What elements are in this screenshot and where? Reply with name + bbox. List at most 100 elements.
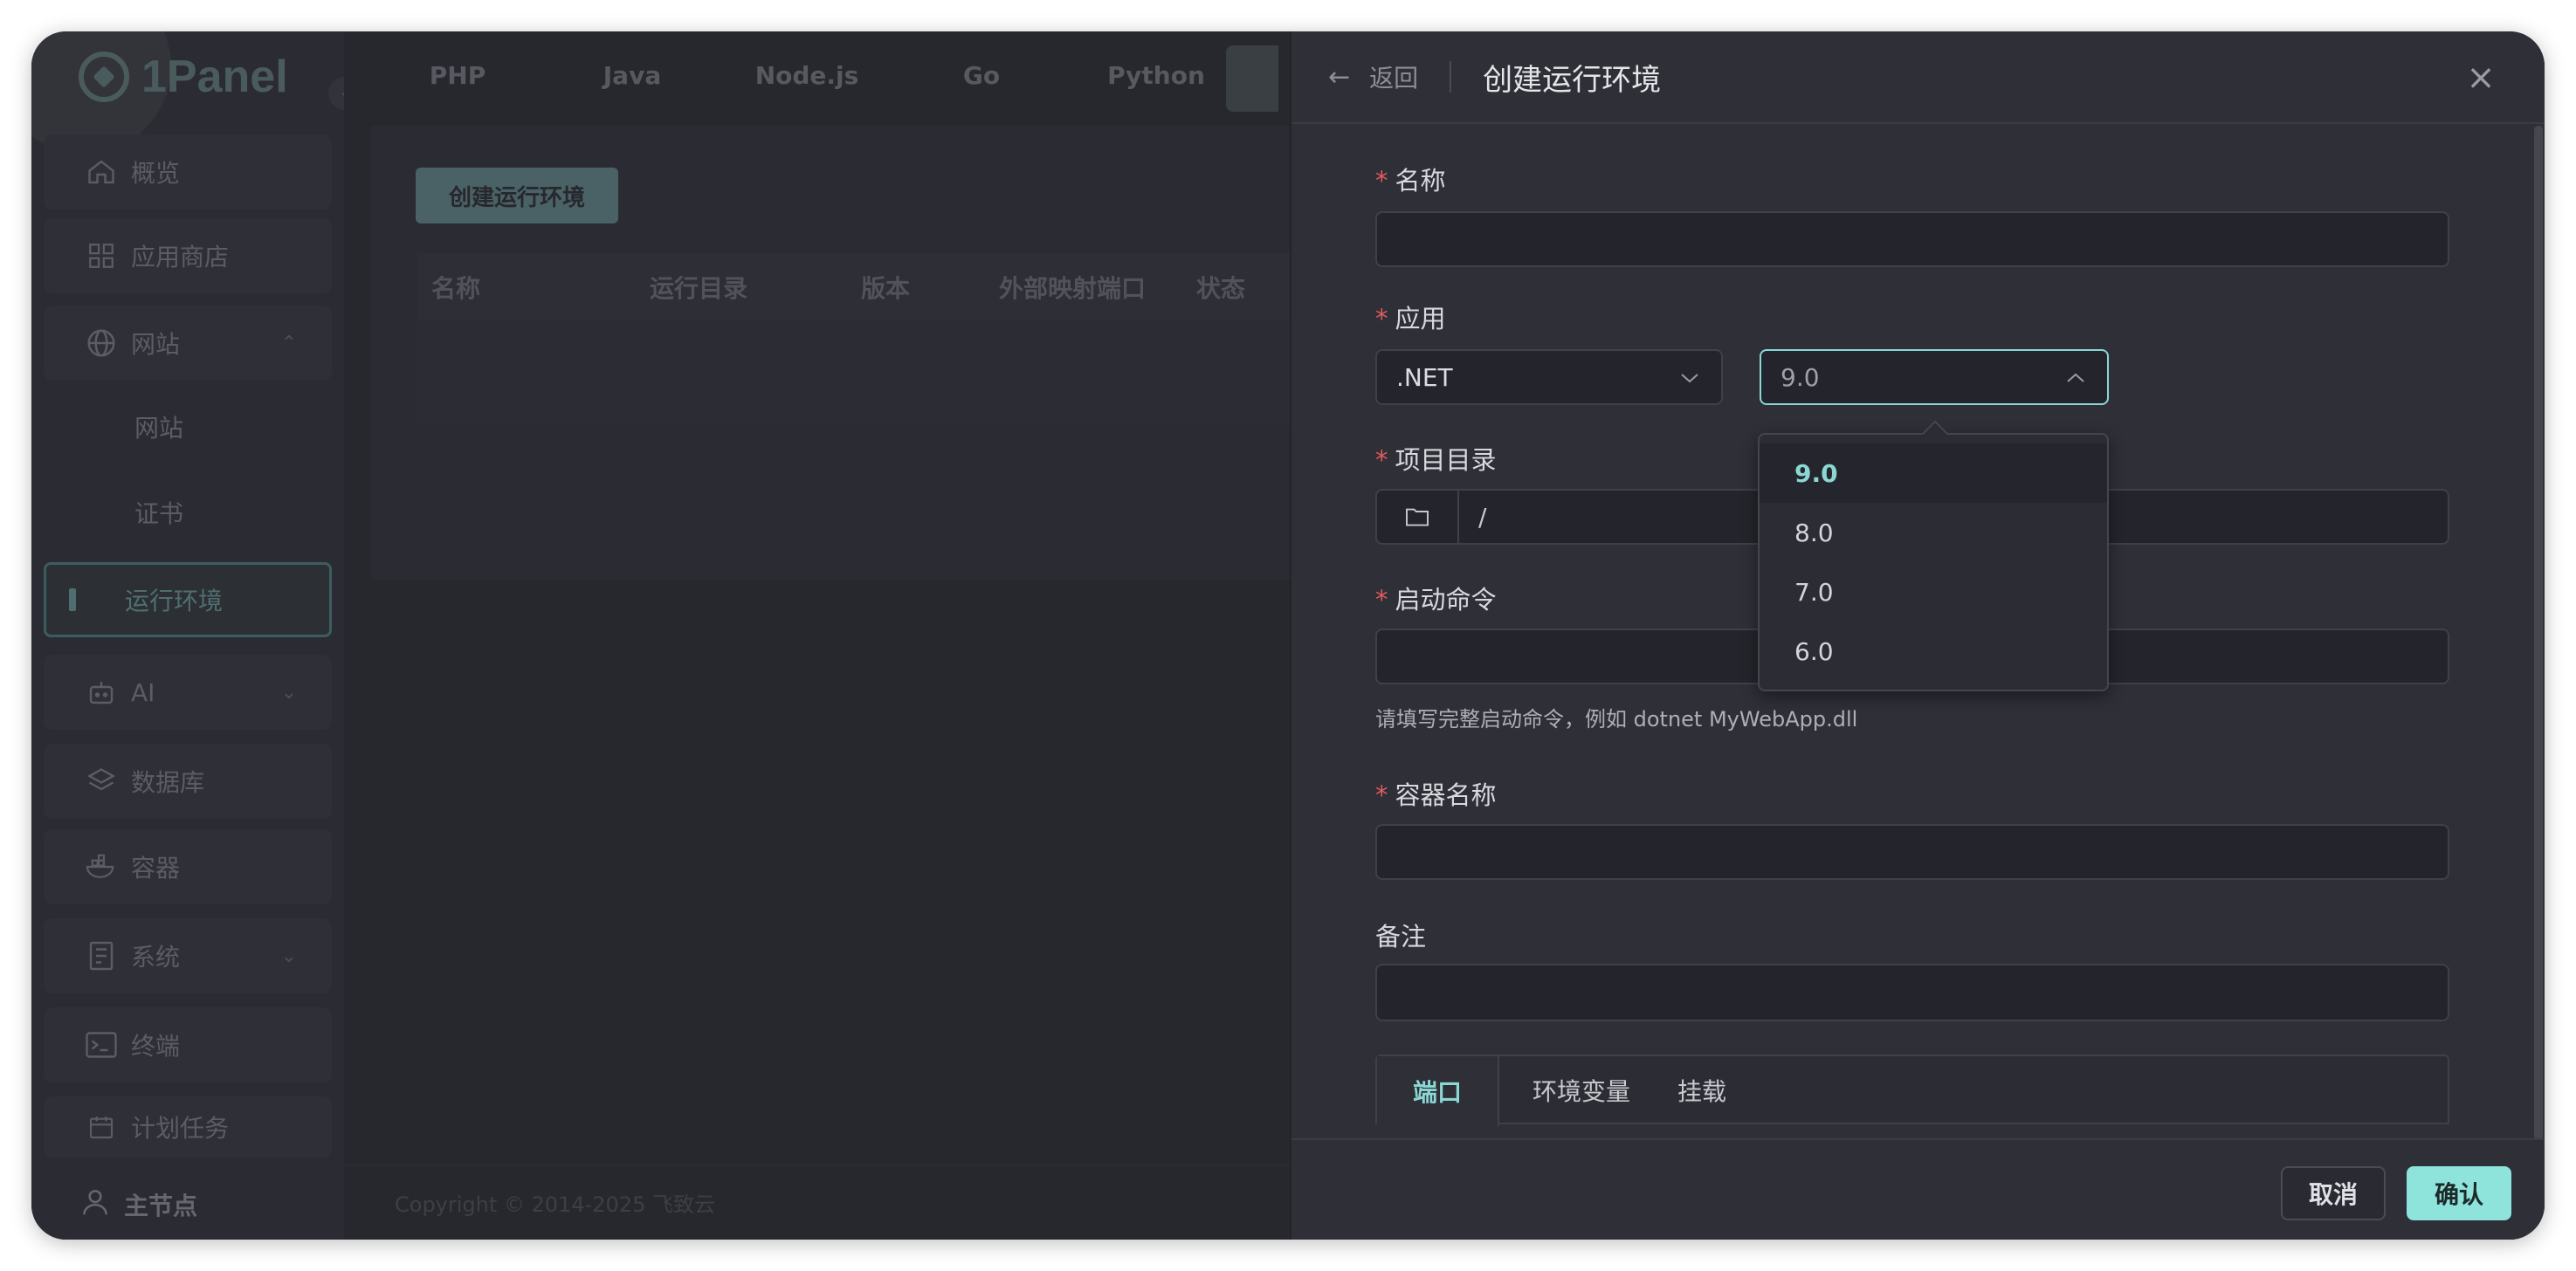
sidebar-item-website[interactable]: 网站 ⌃ xyxy=(44,306,332,381)
sidebar-item-database[interactable]: 数据库 xyxy=(44,744,332,819)
sidebar-item-label: 证书 xyxy=(134,499,184,528)
drawer-header: ← 返回 创建运行环境 × xyxy=(1291,31,2545,124)
back-button[interactable]: ← 返回 xyxy=(1328,59,1418,94)
sidebar-item-label: 数据库 xyxy=(131,768,205,797)
confirm-button[interactable]: 确认 xyxy=(2407,1166,2511,1220)
sidebar-item-overview[interactable]: 概览 xyxy=(44,134,332,210)
config-tabs: 端口 环境变量 挂载 xyxy=(1375,1055,2449,1126)
cmd-label: * 启动命令 xyxy=(1375,585,1497,615)
name-label: * 名称 xyxy=(1375,166,1446,196)
runtime-tabs: PHP Java Node.js Go Python xyxy=(370,42,1243,108)
drawer-scrollbar[interactable] xyxy=(2534,126,2543,1147)
sidebar-item-label: 概览 xyxy=(131,159,181,188)
chevron-down-icon: ⌄ xyxy=(280,681,297,704)
sidebar-item-container[interactable]: 容器 xyxy=(44,829,332,904)
sidebar-item-label: 容器 xyxy=(131,854,181,883)
node-label: 主节点 xyxy=(124,1192,198,1220)
required-mark: * xyxy=(1375,304,1388,333)
sidebar-item-label: 运行环境 xyxy=(125,587,224,615)
sidebar-subitem-runtime[interactable]: 运行环境 xyxy=(44,562,332,637)
logo-mark-icon xyxy=(79,52,129,102)
version-option[interactable]: 8.0 xyxy=(1760,503,2107,562)
create-runtime-button[interactable]: 创建运行环境 xyxy=(416,168,618,223)
dir-input-value: / xyxy=(1478,502,1487,532)
sidebar-item-label: 网站 xyxy=(131,330,181,359)
chevron-down-icon xyxy=(1679,365,1700,389)
app-select[interactable]: .NET xyxy=(1375,349,1723,405)
chevron-up-icon: ⌃ xyxy=(280,332,297,354)
container-name-label: * 容器名称 xyxy=(1375,780,1497,810)
user-icon xyxy=(79,1185,112,1225)
node-selector[interactable]: 主节点 xyxy=(31,1170,344,1240)
remark-label: 备注 xyxy=(1375,922,1427,952)
tab-env-vars[interactable]: 环境变量 xyxy=(1533,1056,1630,1124)
required-mark: * xyxy=(1375,166,1388,196)
sidebar-subitem-website[interactable]: 网站 xyxy=(44,389,332,464)
chevron-up-icon xyxy=(2065,365,2086,389)
sidebar: 1Panel 概览 应用商店 网站 ⌃ 网站 证书 运行环境 AI ⌄ 数据库 … xyxy=(31,31,344,1240)
close-icon[interactable]: × xyxy=(2464,60,2497,95)
globe-icon xyxy=(84,326,119,361)
dir-label: * 项目目录 xyxy=(1375,445,1497,475)
remark-textarea[interactable] xyxy=(1375,964,2449,1021)
name-input[interactable] xyxy=(1375,211,2449,267)
tab-python[interactable]: Python xyxy=(1069,42,1243,108)
robot-icon xyxy=(84,675,119,710)
layers-icon xyxy=(84,764,119,799)
app-window: 1Panel 概览 应用商店 网站 ⌃ 网站 证书 运行环境 AI ⌄ 数据库 … xyxy=(31,31,2545,1240)
sidebar-item-ai[interactable]: AI ⌄ xyxy=(44,655,332,730)
version-option[interactable]: 7.0 xyxy=(1760,562,2107,622)
version-option[interactable]: 9.0 xyxy=(1760,443,2107,503)
arrow-left-icon: ← xyxy=(1328,61,1351,93)
terminal-icon xyxy=(84,1027,119,1062)
required-mark: * xyxy=(1375,585,1388,615)
folder-picker-button[interactable] xyxy=(1377,491,1459,543)
tab-php[interactable]: PHP xyxy=(370,42,545,108)
cmd-hint: 请填写完整启动命令，例如 dotnet MyWebApp.dll xyxy=(1375,707,1858,732)
sidebar-item-cron[interactable]: 计划任务 xyxy=(44,1096,332,1158)
version-select[interactable]: 9.0 xyxy=(1760,349,2109,405)
column-header[interactable]: 运行目录 xyxy=(650,270,747,305)
column-header[interactable]: 外部映射端口 xyxy=(999,270,1146,305)
column-header[interactable]: 状态 xyxy=(1196,270,1245,305)
sidebar-item-app-store[interactable]: 应用商店 xyxy=(44,218,332,293)
container-icon xyxy=(84,849,119,884)
sidebar-subitem-certificate[interactable]: 证书 xyxy=(44,475,332,550)
active-indicator xyxy=(69,588,76,611)
column-header[interactable]: 版本 xyxy=(861,270,910,305)
server-icon xyxy=(84,938,119,973)
app-select-value: .NET xyxy=(1396,362,1453,392)
tab-java[interactable]: Java xyxy=(545,42,720,108)
drawer-title: 创建运行环境 xyxy=(1483,62,1662,98)
tab-go[interactable]: Go xyxy=(894,42,1069,108)
cancel-button[interactable]: 取消 xyxy=(2281,1166,2386,1220)
logo-text: 1Panel xyxy=(141,52,288,102)
sidebar-item-system[interactable]: 系统 ⌄ xyxy=(44,918,332,993)
container-name-input[interactable] xyxy=(1375,824,2449,880)
sidebar-item-label: 网站 xyxy=(134,414,184,443)
version-dropdown: 9.0 8.0 7.0 6.0 xyxy=(1758,433,2109,691)
required-mark: * xyxy=(1375,445,1388,475)
sidebar-item-label: 终端 xyxy=(131,1032,181,1061)
chevron-down-icon: ⌄ xyxy=(280,945,297,967)
sidebar-item-label: 系统 xyxy=(131,943,181,972)
calendar-icon xyxy=(84,1110,119,1144)
sidebar-item-label: AI xyxy=(131,677,155,707)
tab-mounts[interactable]: 挂载 xyxy=(1677,1056,1726,1124)
app-label: * 应用 xyxy=(1375,304,1446,333)
tab-ports[interactable]: 端口 xyxy=(1377,1056,1499,1126)
required-mark: * xyxy=(1375,780,1388,810)
sidebar-item-terminal[interactable]: 终端 xyxy=(44,1007,332,1082)
folder-icon xyxy=(1406,508,1429,526)
drawer-footer: 取消 确认 xyxy=(1291,1138,2545,1240)
version-select-value: 9.0 xyxy=(1780,362,1820,392)
back-label: 返回 xyxy=(1369,64,1419,93)
column-header[interactable]: 名称 xyxy=(431,270,480,305)
tab-nodejs[interactable]: Node.js xyxy=(720,42,894,108)
header-divider xyxy=(1450,61,1452,93)
logo[interactable]: 1Panel xyxy=(79,49,288,105)
sidebar-item-label: 计划任务 xyxy=(131,1114,230,1143)
home-icon xyxy=(84,155,119,189)
version-option[interactable]: 6.0 xyxy=(1760,622,2107,681)
grid-icon xyxy=(84,238,119,273)
